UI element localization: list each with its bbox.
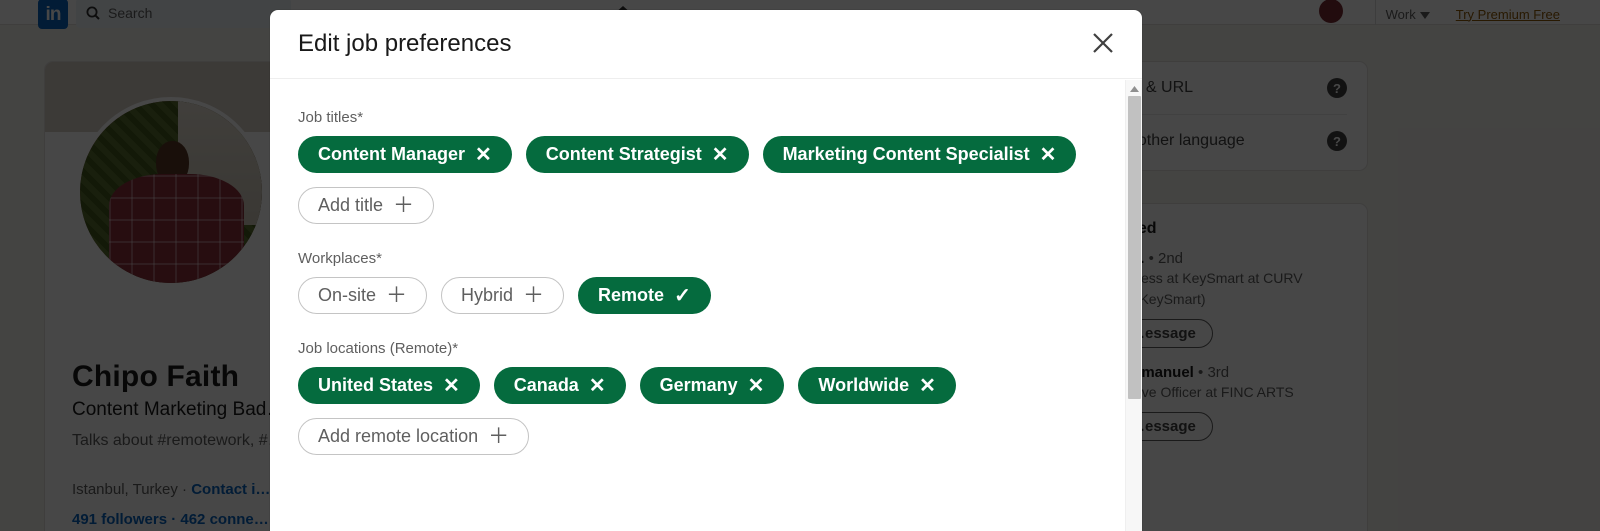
remove-icon[interactable]: ✕ [1040, 145, 1057, 165]
plus-icon: ＋ [488, 425, 510, 448]
job-titles-chip-row: Content Manager ✕ Content Strategist ✕ M… [298, 136, 1114, 173]
remove-icon[interactable]: ✕ [919, 376, 936, 396]
modal-scrollbar[interactable] [1125, 80, 1142, 531]
chip-content-strategist[interactable]: Content Strategist ✕ [525, 136, 749, 173]
chip-label: Hybrid [461, 285, 514, 305]
close-icon [1090, 30, 1116, 59]
remove-icon[interactable]: ✕ [589, 376, 606, 396]
chip-hybrid[interactable]: Hybrid ＋ [441, 277, 565, 314]
chip-united-states[interactable]: United States ✕ [298, 367, 480, 404]
chip-label: Worldwide [818, 375, 910, 395]
remove-icon[interactable]: ✕ [748, 376, 765, 396]
add-title-button[interactable]: Add title ＋ [298, 187, 435, 224]
remove-icon[interactable]: ✕ [712, 145, 729, 165]
job-titles-add-row: Add title ＋ [298, 187, 1114, 224]
job-locations-label: Job locations (Remote)* [298, 340, 459, 357]
remove-icon[interactable]: ✕ [443, 376, 460, 396]
chip-germany[interactable]: Germany ✕ [639, 367, 785, 404]
job-locations-add-row: Add remote location ＋ [298, 418, 1114, 455]
chip-marketing-content-specialist[interactable]: Marketing Content Specialist ✕ [762, 136, 1077, 173]
plus-icon: ＋ [393, 194, 415, 217]
modal-title: Edit job preferences [298, 30, 512, 57]
chip-label: United States [318, 375, 434, 395]
workplaces-label: Workplaces* [298, 250, 382, 267]
chip-label: Add title [318, 195, 384, 215]
job-titles-label: Job titles* [298, 109, 364, 126]
section-job-locations: Job locations (Remote)* United States ✕ … [298, 340, 1114, 455]
add-remote-location-button[interactable]: Add remote location ＋ [298, 418, 530, 455]
chip-remote[interactable]: Remote ✓ [578, 277, 711, 314]
chip-label: Germany [659, 375, 738, 395]
chip-label: On-site [318, 285, 377, 305]
modal-body: Job titles* Content Manager ✕ Content St… [270, 79, 1142, 531]
check-icon: ✓ [674, 284, 691, 307]
scroll-up-arrow-icon[interactable] [1126, 82, 1142, 96]
remove-icon[interactable]: ✕ [475, 145, 492, 165]
chip-label: Add remote location [318, 426, 479, 446]
chip-content-manager[interactable]: Content Manager ✕ [298, 136, 512, 173]
chip-label: Remote [598, 285, 665, 305]
job-locations-chip-row: United States ✕ Canada ✕ Germany ✕ World… [298, 367, 1114, 404]
chip-worldwide[interactable]: Worldwide ✕ [798, 367, 956, 404]
scrollbar-thumb[interactable] [1128, 96, 1141, 399]
section-workplaces: Workplaces* On-site ＋ Hybrid ＋ Remote ✓ [298, 250, 1114, 314]
plus-icon: ＋ [523, 284, 545, 307]
section-job-titles: Job titles* Content Manager ✕ Content St… [298, 109, 1114, 224]
workplaces-chip-row: On-site ＋ Hybrid ＋ Remote ✓ [298, 277, 1114, 314]
screen-root: in Search [0, 0, 1600, 531]
chip-label: Content Strategist [545, 144, 702, 164]
chip-label: Canada [513, 375, 579, 395]
chip-on-site[interactable]: On-site ＋ [298, 277, 428, 314]
close-button[interactable] [1083, 24, 1123, 64]
edit-job-preferences-modal: Edit job preferences Job titles* Content… [270, 10, 1142, 531]
plus-icon: ＋ [386, 284, 408, 307]
chip-label: Content Manager [318, 144, 466, 164]
chip-label: Marketing Content Specialist [782, 144, 1030, 164]
chip-canada[interactable]: Canada ✕ [493, 367, 626, 404]
modal-header: Edit job preferences [270, 10, 1142, 79]
